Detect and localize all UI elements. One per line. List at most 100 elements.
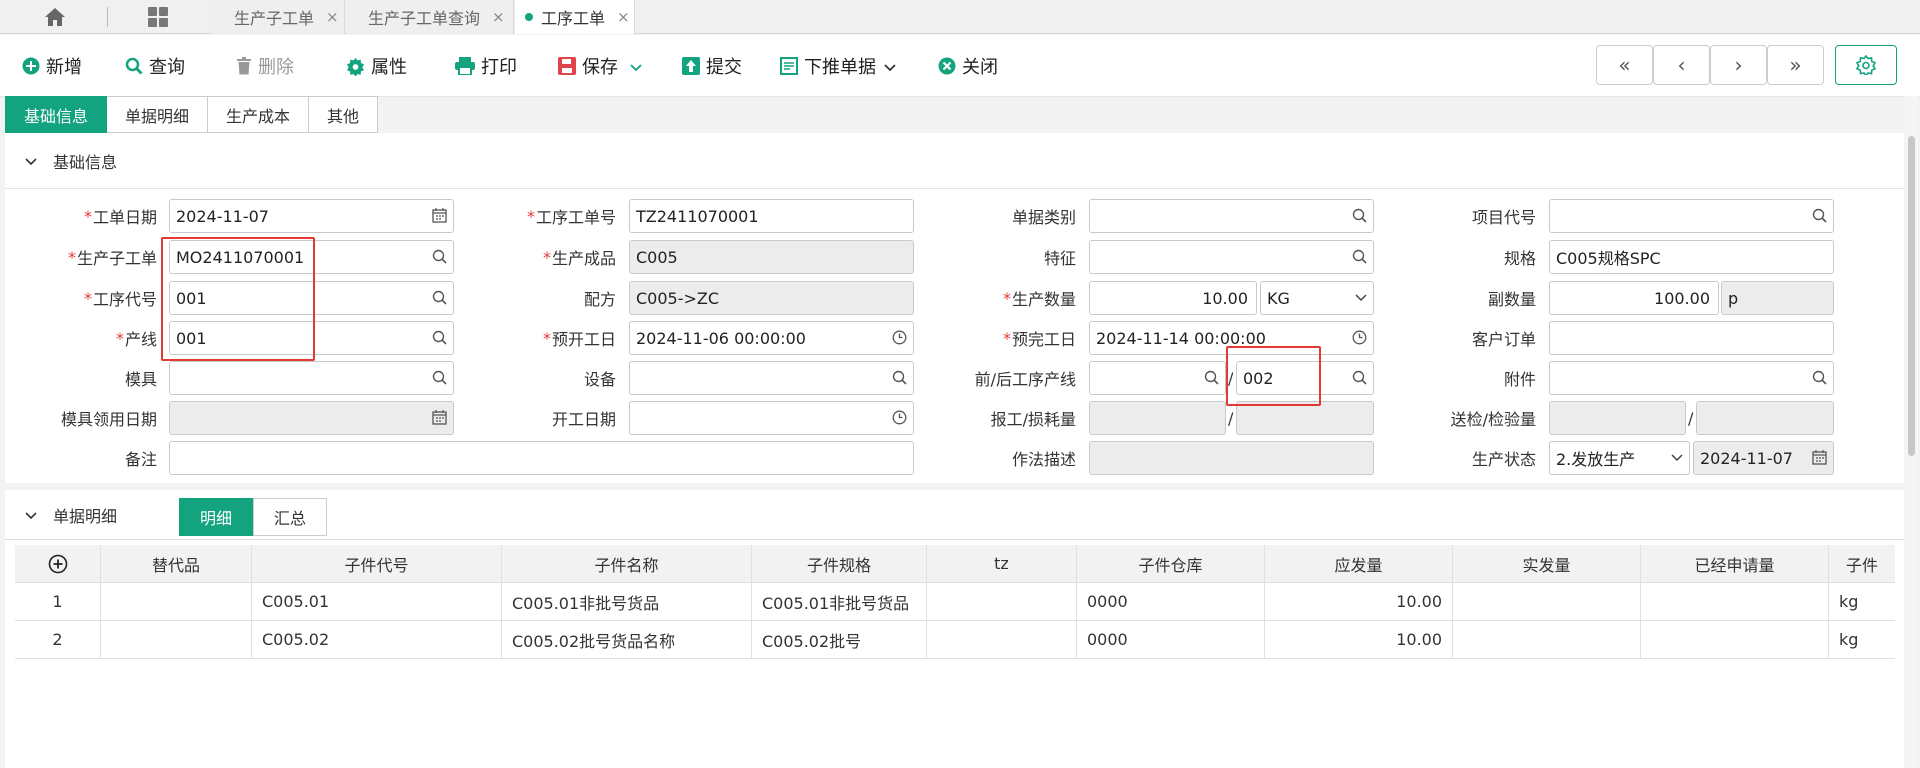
tab-process-work-order[interactable]: 工序工单 × — [515, 0, 635, 34]
column-header[interactable]: 实发量 — [1453, 545, 1641, 583]
tab-detail[interactable]: 明细 — [179, 498, 254, 536]
spec-field[interactable]: C005规格SPC — [1549, 240, 1834, 274]
column-header[interactable]: 子件 — [1829, 545, 1895, 583]
search-icon[interactable] — [1812, 370, 1827, 385]
cell-part-name[interactable]: C005.02批号货品名称 — [502, 621, 752, 659]
basic-info-header[interactable]: 基础信息 — [5, 133, 1905, 189]
column-header[interactable]: 子件名称 — [502, 545, 752, 583]
cell-warehouse[interactable]: 0000 — [1077, 583, 1265, 621]
cell-part-spec[interactable]: C005.02批号 — [752, 621, 927, 659]
chevron-down-icon[interactable] — [1671, 454, 1683, 462]
column-header[interactable]: 应发量 — [1265, 545, 1453, 583]
chevron-down-icon[interactable] — [25, 505, 37, 524]
column-header[interactable]: tz — [927, 545, 1077, 583]
close-icon[interactable]: × — [617, 8, 630, 26]
tab-basic-info[interactable]: 基础信息 — [5, 96, 108, 133]
search-icon[interactable] — [1204, 370, 1219, 385]
tab-summary[interactable]: 汇总 — [253, 498, 328, 536]
sub-qty-field[interactable]: 100.00 — [1549, 281, 1719, 315]
prev-line-field[interactable] — [1089, 361, 1226, 395]
cell-actual-qty[interactable] — [1453, 583, 1641, 621]
chevron-down-icon[interactable] — [630, 56, 642, 77]
close-icon[interactable]: × — [326, 8, 339, 26]
plan-start-field[interactable]: 2024-11-06 00:00:00 — [629, 321, 914, 355]
clock-icon[interactable] — [892, 410, 907, 425]
cell-planned-qty[interactable]: 10.00 — [1265, 621, 1453, 659]
feature-field[interactable] — [1089, 240, 1374, 274]
search-icon[interactable] — [1352, 249, 1367, 264]
cell-tz[interactable] — [927, 621, 1077, 659]
search-icon[interactable] — [432, 370, 447, 385]
properties-button[interactable]: 属性 — [346, 53, 407, 79]
column-header[interactable]: 子件规格 — [752, 545, 927, 583]
cell-part-code[interactable]: C005.01 — [252, 583, 502, 621]
cell-part-spec[interactable]: C005.01非批号货品 — [752, 583, 927, 621]
clock-icon[interactable] — [1352, 330, 1367, 345]
tab-sub-work-order[interactable]: 生产子工单 × — [212, 0, 345, 34]
work-date-field[interactable]: 2024-11-07 — [169, 199, 454, 233]
search-icon[interactable] — [1352, 370, 1367, 385]
apps-grid-icon[interactable] — [126, 0, 190, 34]
home-icon[interactable] — [22, 0, 88, 34]
close-button[interactable]: 关闭 — [938, 53, 998, 79]
proc-order-field[interactable]: TZ2411070001 — [629, 199, 914, 233]
column-header[interactable]: 子件代号 — [252, 545, 502, 583]
cell-warehouse[interactable]: 0000 — [1077, 621, 1265, 659]
cell-unit[interactable]: kg — [1829, 583, 1895, 621]
project-field[interactable] — [1549, 199, 1834, 233]
table-row[interactable]: 1 C005.01 C005.01非批号货品 C005.01非批号货品 0000… — [15, 583, 1895, 621]
equipment-field[interactable] — [629, 361, 914, 395]
chevron-down-icon[interactable] — [25, 151, 37, 170]
delete-button[interactable]: 删除 — [236, 53, 294, 79]
search-icon[interactable] — [432, 290, 447, 305]
settings-gear-icon[interactable] — [1835, 45, 1897, 85]
close-icon[interactable]: × — [492, 8, 505, 26]
search-icon[interactable] — [1352, 208, 1367, 223]
customer-order-field[interactable] — [1549, 321, 1834, 355]
search-icon[interactable] — [1812, 208, 1827, 223]
calendar-icon[interactable] — [432, 208, 447, 223]
cell-requested-qty[interactable] — [1641, 621, 1829, 659]
cell-part-code[interactable]: C005.02 — [252, 621, 502, 659]
table-row[interactable]: 2 C005.02 C005.02批号货品名称 C005.02批号 0000 1… — [15, 621, 1895, 659]
column-header[interactable]: 子件仓库 — [1077, 545, 1265, 583]
mold-field[interactable] — [169, 361, 454, 395]
tab-production-cost[interactable]: 生产成本 — [208, 96, 310, 133]
tab-doc-detail[interactable]: 单据明细 — [107, 96, 209, 133]
cell-planned-qty[interactable]: 10.00 — [1265, 583, 1453, 621]
search-icon[interactable] — [432, 330, 447, 345]
search-icon[interactable] — [892, 370, 907, 385]
cell-actual-qty[interactable] — [1453, 621, 1641, 659]
print-button[interactable]: 打印 — [455, 53, 517, 79]
tab-sub-work-order-query[interactable]: 生产子工单查询 × — [346, 0, 514, 34]
start-date-field[interactable] — [629, 401, 914, 435]
new-button[interactable]: 新增 — [22, 53, 82, 79]
chevron-down-icon[interactable] — [1355, 294, 1367, 302]
save-button[interactable]: 保存 — [558, 53, 642, 79]
clock-icon[interactable] — [892, 330, 907, 345]
qty-unit-select[interactable]: KG — [1260, 281, 1374, 315]
add-row-icon[interactable] — [15, 545, 101, 583]
cell-part-name[interactable]: C005.01非批号货品 — [502, 583, 752, 621]
scrollbar-thumb[interactable] — [1908, 136, 1915, 456]
query-button[interactable]: 查询 — [125, 53, 185, 79]
tab-other[interactable]: 其他 — [309, 96, 379, 133]
vertical-scrollbar[interactable] — [1904, 96, 1918, 768]
last-record-icon[interactable]: » — [1767, 45, 1824, 85]
next-record-icon[interactable]: › — [1710, 45, 1767, 85]
remark-field[interactable] — [169, 441, 914, 475]
status-select[interactable]: 2.发放生产 — [1549, 441, 1690, 475]
cell-substitute[interactable] — [101, 583, 252, 621]
search-icon[interactable] — [432, 249, 447, 264]
attachment-field[interactable] — [1549, 361, 1834, 395]
push-down-button[interactable]: 下推单据 — [780, 53, 896, 79]
prev-record-icon[interactable]: ‹ — [1653, 45, 1710, 85]
cell-substitute[interactable] — [101, 621, 252, 659]
doc-type-field[interactable] — [1089, 199, 1374, 233]
cell-unit[interactable]: kg — [1829, 621, 1895, 659]
cell-tz[interactable] — [927, 583, 1077, 621]
qty-field[interactable]: 10.00 — [1089, 281, 1257, 315]
chevron-down-icon[interactable] — [884, 56, 896, 77]
column-header[interactable]: 已经申请量 — [1641, 545, 1829, 583]
submit-button[interactable]: 提交 — [682, 53, 742, 79]
